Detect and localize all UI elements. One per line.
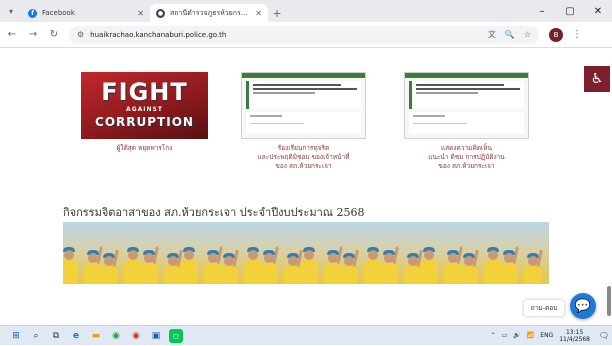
minimize-icon[interactable]: – xyxy=(528,0,556,22)
caption-line: ร้องเรียนการทุจริต xyxy=(277,144,330,152)
forward-arrow-icon[interactable]: → xyxy=(24,26,42,44)
app-icon[interactable]: ▣ xyxy=(146,326,166,346)
banner-person-figure xyxy=(523,249,543,284)
caption-line: ของ สภ.ห้วยกระเจา xyxy=(438,162,495,170)
complaint-form-thumbnail[interactable] xyxy=(241,72,366,139)
reload-icon[interactable]: ↻ xyxy=(45,26,63,44)
chrome-profile-icon[interactable]: ◉ xyxy=(126,326,146,346)
card-caption-anticorruption[interactable]: ผู้ใต้สุด หยุดทารโกง xyxy=(81,144,208,153)
tab-police-station[interactable]: ● สถานีตำรวจภูธรห้วยกระเจา – สถานีตำ... … xyxy=(150,4,268,22)
maximize-icon[interactable]: ▢ xyxy=(556,0,584,22)
search-icon[interactable]: ⌕ xyxy=(26,326,46,346)
banner-person-figure xyxy=(99,249,119,284)
form-question-card xyxy=(246,112,361,134)
task-view-icon[interactable]: ⧉ xyxy=(46,326,66,346)
browser-menu-icon[interactable]: ⋮ xyxy=(572,29,582,40)
toolbar-right: B ⋮ xyxy=(549,27,582,42)
clock-date: 11/4/2568 xyxy=(559,335,590,343)
facebook-favicon-icon: f xyxy=(28,8,37,18)
tray-chevron-icon[interactable]: ⌃ xyxy=(491,332,496,339)
form-header-bar xyxy=(242,73,365,78)
web-page: FIGHT AGAINST CORRUPTION ผู้ใต้สุด หยุดท… xyxy=(0,48,612,325)
notification-icon[interactable]: 🗨 xyxy=(596,331,612,340)
police-favicon-icon: ● xyxy=(156,8,165,18)
site-info-icon[interactable]: ⚙ xyxy=(77,30,84,39)
form-header-bar xyxy=(405,73,528,78)
windows-taskbar: ⊞ ⌕ ⧉ e ▬ ◉ ◉ ▣ ◻ ⌃ ▭ 🔊 📶 ENG 13:15 11/4… xyxy=(0,325,612,345)
form-title-card xyxy=(246,81,361,109)
window-controls: – ▢ ✕ xyxy=(528,0,612,22)
form-title-card xyxy=(409,81,524,109)
caption-line: แนะนำ ติชม การปฏิบัติงาน xyxy=(428,153,505,161)
file-explorer-icon[interactable]: ▬ xyxy=(86,326,106,346)
banner-person-figure xyxy=(63,244,79,284)
edge-browser-icon[interactable]: e xyxy=(66,326,86,346)
banner-person-figure xyxy=(499,246,519,284)
card-caption-complaint[interactable]: ร้องเรียนการทุจริต และประพฤติมิชอบ ของเจ… xyxy=(236,144,371,171)
tab-title: Facebook xyxy=(42,9,75,17)
caption-line: ผู้ใต้สุด หยุดทารโกง xyxy=(116,144,173,152)
fight-corruption-logo[interactable]: FIGHT AGAINST CORRUPTION xyxy=(81,72,208,139)
feedback-form-thumbnail[interactable] xyxy=(404,72,529,139)
input-language[interactable]: ENG xyxy=(540,332,553,339)
accessibility-wheelchair-icon[interactable]: ♿ xyxy=(584,66,610,92)
tab-close-icon[interactable]: ✕ xyxy=(137,9,144,18)
caption-line: แสดงความคิดเห็น xyxy=(440,144,492,152)
url-text[interactable]: huaikrachao.kanchanaburi.police.go.th xyxy=(90,31,479,39)
zoom-icon[interactable]: 🔍 xyxy=(505,30,515,39)
page-scrollbar[interactable] xyxy=(607,286,611,316)
bookmark-star-icon[interactable]: ☆ xyxy=(524,30,531,39)
browser-tab-strip: ▾ f Facebook ✕ ● สถานีตำรวจภูธรห้วยกระเจ… xyxy=(0,0,612,22)
clock-time: 13:15 xyxy=(565,328,584,336)
new-tab-plus-icon[interactable]: + xyxy=(268,4,286,22)
caption-line: และประพฤติมิชอบ ของเจ้าหน้าที่ xyxy=(257,153,350,161)
banner-person-figure xyxy=(139,246,159,284)
browser-toolbar: ← → ↻ ⚙ huaikrachao.kanchanaburi.police.… xyxy=(0,22,612,48)
banner-person-figure xyxy=(459,249,479,284)
form-question-card xyxy=(409,112,524,134)
back-arrow-icon[interactable]: ← xyxy=(3,26,21,44)
banner-person-figure xyxy=(259,246,279,284)
taskbar-clock[interactable]: 13:15 11/4/2568 xyxy=(559,329,590,343)
chrome-icon[interactable]: ◉ xyxy=(106,326,126,346)
translate-icon[interactable]: 文 xyxy=(488,29,496,40)
logo-line-1: FIGHT xyxy=(101,78,188,106)
caption-line: ของ สภ.ห้วยกระเจา xyxy=(275,162,332,170)
banner-person-figure xyxy=(379,246,399,284)
battery-icon[interactable]: ▭ xyxy=(502,332,508,339)
banner-person-figure xyxy=(339,249,359,284)
card-caption-feedback[interactable]: แสดงความคิดเห็น แนะนำ ติชม การปฏิบัติงาน… xyxy=(399,144,534,171)
windows-start-icon[interactable]: ⊞ xyxy=(6,326,26,346)
line-app-icon[interactable]: ◻ xyxy=(169,328,183,343)
logo-line-3: CORRUPTION xyxy=(95,115,194,129)
volunteer-activity-heading: กิจกรรมจิตอาสาของ สภ.ห้วยกระเจา ประจำปีง… xyxy=(63,206,365,219)
banner-person-figure xyxy=(299,244,319,284)
volunteer-activity-banner-photo[interactable] xyxy=(63,222,549,284)
tab-close-icon[interactable]: ✕ xyxy=(255,9,262,18)
banner-person-figure xyxy=(219,249,239,284)
profile-avatar[interactable]: B xyxy=(549,27,563,42)
logo-line-2: AGAINST xyxy=(126,106,163,113)
tab-facebook[interactable]: f Facebook ✕ xyxy=(22,4,150,22)
banner-person-figure xyxy=(179,244,199,284)
volume-icon[interactable]: 🔊 xyxy=(513,332,520,339)
network-icon[interactable]: 📶 xyxy=(527,332,534,339)
messenger-chat-icon[interactable]: 💬 xyxy=(570,293,596,319)
system-tray: ⌃ ▭ 🔊 📶 ENG 13:15 11/4/2568 🗨 xyxy=(491,329,612,343)
address-bar[interactable]: ⚙ huaikrachao.kanchanaburi.police.go.th … xyxy=(69,25,539,44)
banner-person-figure xyxy=(419,244,439,284)
chat-qa-label[interactable]: ถาม-ตอบ xyxy=(524,300,564,316)
close-icon[interactable]: ✕ xyxy=(584,0,612,22)
tab-search-chevron-icon[interactable]: ▾ xyxy=(0,0,22,22)
tab-title: สถานีตำรวจภูธรห้วยกระเจา – สถานีตำ... xyxy=(170,8,252,17)
